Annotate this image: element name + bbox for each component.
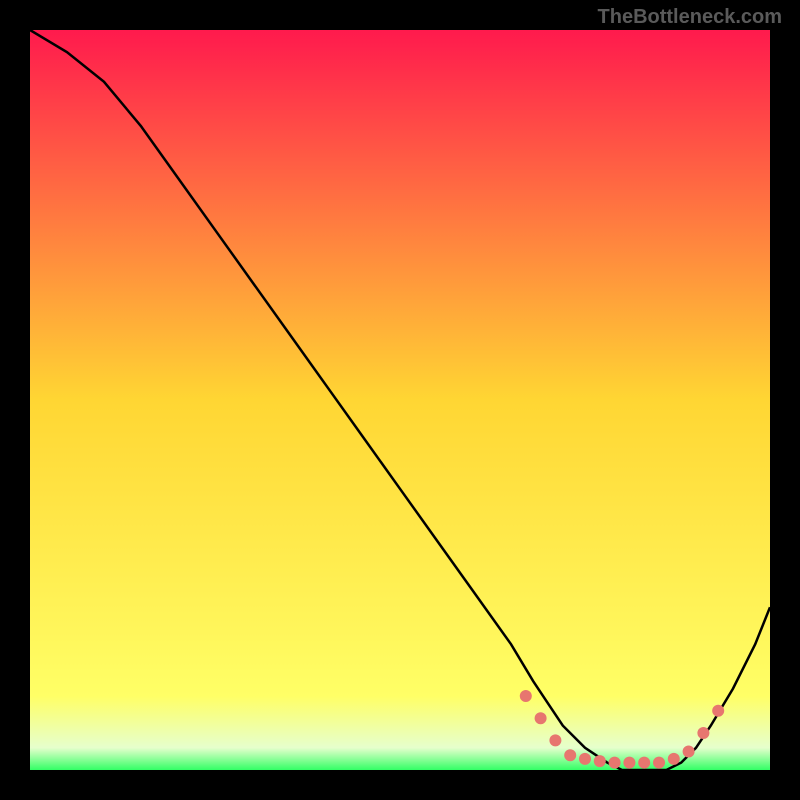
chart-plot-area <box>30 30 770 770</box>
marker-dot <box>697 727 709 739</box>
marker-dot <box>683 746 695 758</box>
marker-dot <box>549 734 561 746</box>
marker-dot <box>594 755 606 767</box>
marker-dot <box>564 749 576 761</box>
chart-svg <box>30 30 770 770</box>
marker-dot <box>653 757 665 769</box>
marker-dot <box>579 753 591 765</box>
marker-dot <box>668 753 680 765</box>
marker-dot <box>609 757 621 769</box>
marker-dot <box>535 712 547 724</box>
gradient-background <box>30 30 770 770</box>
marker-dot <box>623 757 635 769</box>
marker-dot <box>520 690 532 702</box>
marker-dot <box>638 757 650 769</box>
watermark-text: TheBottleneck.com <box>598 6 782 29</box>
marker-dot <box>712 705 724 717</box>
